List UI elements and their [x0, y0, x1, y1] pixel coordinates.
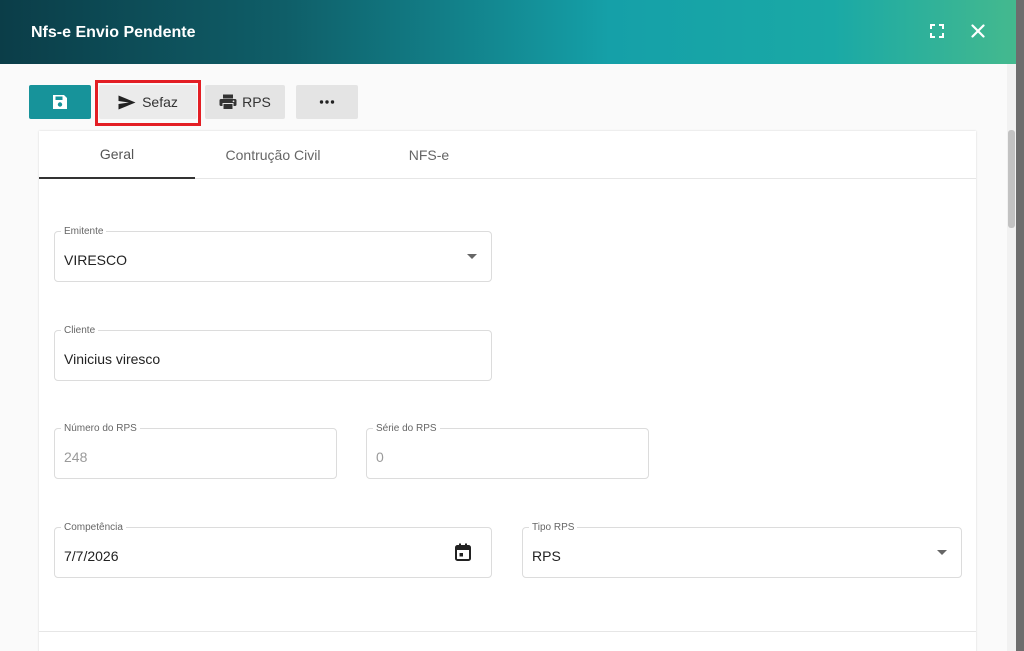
scrollbar-thumb[interactable]: [1008, 130, 1015, 228]
numero-rps-value: 248: [64, 449, 88, 465]
dialog-title: Nfs-e Envio Pendente: [31, 24, 196, 41]
dialog-header: Nfs-e Envio Pendente: [0, 0, 1016, 64]
tipo-rps-label: Tipo RPS: [529, 523, 578, 533]
competencia-value: 7/7/2026: [64, 548, 119, 564]
fullscreen-icon: [930, 24, 944, 38]
nfse-dialog: Nfs-e Envio Pendente Sefaz RPS Geral Con…: [0, 0, 1016, 651]
page-scrollbar: [1016, 0, 1024, 651]
cliente-label: Cliente: [61, 326, 99, 336]
fullscreen-button[interactable]: [924, 18, 950, 44]
send-icon: [118, 95, 136, 109]
competencia-date-field[interactable]: Competência 7/7/2026: [54, 523, 492, 578]
tab-construcao-civil[interactable]: Contrução Civil: [195, 131, 351, 179]
section-divider: [39, 631, 976, 632]
tipo-rps-value: RPS: [532, 548, 561, 564]
rps-button-label: RPS: [242, 94, 271, 110]
cliente-value: Vinicius viresco: [64, 351, 161, 367]
tab-nfse[interactable]: NFS-e: [351, 131, 507, 179]
serie-rps-label: Série do RPS: [373, 424, 440, 434]
save-button[interactable]: [29, 85, 91, 119]
sefaz-button[interactable]: Sefaz: [99, 85, 197, 119]
close-icon: [971, 24, 985, 38]
rps-print-button[interactable]: RPS: [205, 85, 285, 119]
printer-icon: [219, 94, 237, 110]
serie-rps-value: 0: [376, 449, 384, 465]
emitente-select[interactable]: Emitente VIRESCO: [54, 227, 492, 282]
numero-rps-field: Número do RPS 248: [54, 424, 337, 479]
form-card: Geral Contrução Civil NFS-e Emitente VIR…: [39, 131, 976, 651]
sefaz-button-label: Sefaz: [142, 94, 178, 110]
more-horizontal-icon: [319, 100, 335, 104]
tab-bar: Geral Contrução Civil NFS-e: [39, 131, 976, 179]
chevron-down-icon: [937, 550, 947, 555]
competencia-label: Competência: [61, 523, 126, 533]
close-button[interactable]: [965, 18, 991, 44]
cliente-field[interactable]: Cliente Vinicius viresco: [54, 326, 492, 381]
tipo-rps-select[interactable]: Tipo RPS RPS: [522, 523, 962, 578]
dialog-scrollbar[interactable]: [1007, 64, 1016, 651]
tab-geral[interactable]: Geral: [39, 131, 195, 179]
emitente-value: VIRESCO: [64, 252, 128, 268]
emitente-label: Emitente: [61, 227, 107, 237]
chevron-down-icon: [467, 254, 477, 259]
numero-rps-label: Número do RPS: [61, 424, 140, 434]
calendar-icon[interactable]: [455, 543, 471, 561]
serie-rps-field: Série do RPS 0: [366, 424, 649, 479]
more-options-button[interactable]: [296, 85, 358, 119]
floppy-disk-icon: [53, 95, 67, 109]
